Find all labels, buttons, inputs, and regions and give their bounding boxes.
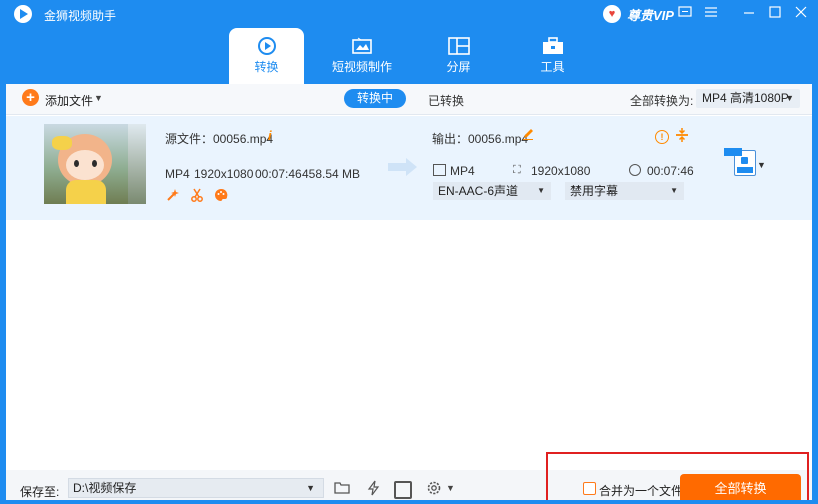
clock-icon xyxy=(629,164,641,176)
source-file-name: 源文件：00056.mp4 xyxy=(165,132,274,146)
chevron-down-icon: ▼ xyxy=(670,186,678,195)
add-file-icon[interactable]: + xyxy=(22,89,39,106)
app-logo-icon xyxy=(14,5,32,23)
tab-tools[interactable]: 工具 xyxy=(515,28,590,84)
audio-track-value: EN-AAC-6声道 xyxy=(438,184,519,198)
source-resolution: 1920x1080 xyxy=(194,167,254,181)
tab-label: 分屏 xyxy=(446,60,471,74)
chevron-down-icon: ▼ xyxy=(785,93,794,103)
convert-all-format-select[interactable]: MP4 高清1080P ▼ xyxy=(696,89,800,108)
save-to-label: 保存至: xyxy=(20,485,60,499)
chevron-down-icon: ▼ xyxy=(537,186,545,195)
app-title: 金狮视频助手 xyxy=(44,9,117,23)
maximize-icon[interactable] xyxy=(767,6,783,20)
save-path-value: D:\视频保存 xyxy=(73,481,137,495)
convert-all-to-label: 全部转换为: xyxy=(630,94,694,108)
output-info-icon[interactable]: ! xyxy=(655,130,669,144)
tab-converting[interactable]: 转换中 xyxy=(344,89,406,108)
tab-short-video[interactable]: 短视频制作 xyxy=(324,28,400,84)
info-icon[interactable]: i xyxy=(268,128,272,143)
vip-crown-icon: ♥ xyxy=(603,5,621,23)
audio-track-select[interactable]: EN-AAC-6声道 ▼ xyxy=(433,182,551,200)
tab-label: 转换 xyxy=(254,60,279,74)
tab-split-screen[interactable]: 分屏 xyxy=(421,28,496,84)
scissors-icon[interactable] xyxy=(190,188,204,202)
convert-arrow-icon xyxy=(388,157,418,177)
output-format-dropdown-icon[interactable]: ▼ xyxy=(757,160,766,170)
source-duration: 00:07:46 xyxy=(255,167,302,181)
effects-icon[interactable] xyxy=(166,188,180,202)
chevron-down-icon: ▼ xyxy=(306,483,315,493)
settings-gear-icon[interactable] xyxy=(426,480,442,496)
hardware-acceleration-icon[interactable] xyxy=(366,480,382,496)
minimize-icon[interactable] xyxy=(741,6,757,20)
vip-label: 尊贵VIP xyxy=(627,7,674,23)
tab-label: 工具 xyxy=(540,60,565,74)
save-path-select[interactable]: D:\视频保存 ▼ xyxy=(68,478,324,498)
palette-icon[interactable] xyxy=(214,188,228,202)
subtitle-select[interactable]: 禁用字幕 ▼ xyxy=(565,182,684,200)
toolbox-icon xyxy=(542,37,564,54)
open-folder-icon[interactable] xyxy=(334,480,350,496)
settings-dropdown-icon[interactable]: ▼ xyxy=(446,483,455,493)
thumbnail-edge xyxy=(128,124,146,204)
split-screen-icon xyxy=(447,37,470,55)
output-format-badge-icon[interactable] xyxy=(724,148,756,176)
close-icon[interactable] xyxy=(793,6,809,20)
output-duration: 00:07:46 xyxy=(647,164,694,178)
compress-icon[interactable] xyxy=(676,128,688,145)
convert-icon xyxy=(256,37,278,55)
tab-converted[interactable]: 已转换 xyxy=(428,92,464,109)
vip-badge[interactable]: ♥ 尊贵VIP xyxy=(603,4,674,24)
output-resolution: 1920x1080 xyxy=(531,164,591,178)
output-file-name: 输出：00056.mp4 xyxy=(432,132,529,146)
source-size: 458.54 MB xyxy=(302,167,361,181)
title-bar xyxy=(0,0,818,28)
feedback-icon[interactable] xyxy=(677,6,693,20)
gpu-icon[interactable] xyxy=(394,481,412,499)
source-format: MP4 xyxy=(165,167,190,181)
film-icon xyxy=(433,164,446,176)
add-file-button[interactable]: 添加文件 xyxy=(45,92,93,109)
subtitle-value: 禁用字幕 xyxy=(570,184,619,198)
short-video-icon xyxy=(351,37,373,54)
convert-all-button[interactable]: 全部转换 xyxy=(680,474,801,500)
format-select-value: MP4 高清1080P xyxy=(702,91,789,105)
add-file-dropdown-icon[interactable]: ▼ xyxy=(94,93,103,103)
merge-label[interactable]: 合并为一个文件 xyxy=(599,482,683,499)
tab-convert[interactable]: 转换 xyxy=(229,28,304,84)
resolution-icon: ⛶ xyxy=(513,164,521,176)
output-format: MP4 xyxy=(450,164,475,178)
merge-checkbox[interactable] xyxy=(583,482,596,495)
edit-name-icon[interactable] xyxy=(522,128,534,143)
video-thumbnail[interactable] xyxy=(44,124,128,204)
tab-label: 短视频制作 xyxy=(331,60,392,74)
menu-icon[interactable] xyxy=(703,6,719,20)
